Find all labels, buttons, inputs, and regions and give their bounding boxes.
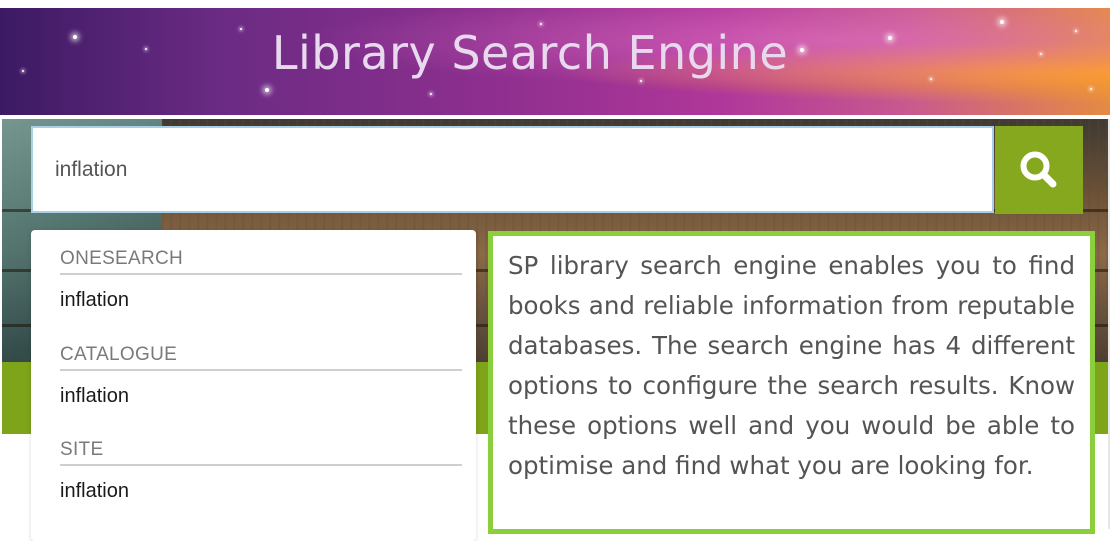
header-banner: Library Search Engine [0, 8, 1110, 115]
info-callout: SP library search engine enables you to … [488, 231, 1095, 534]
sparkle-decoration [540, 23, 542, 25]
suggestion-group-header: SITE [60, 439, 462, 466]
search-input[interactable] [31, 126, 994, 213]
search-button[interactable] [995, 126, 1083, 214]
suggestion-group-header: CATALOGUE [60, 344, 462, 371]
search-icon [1020, 151, 1057, 188]
page-title: Library Search Engine [271, 26, 789, 80]
suggestion-item[interactable]: inflation [60, 289, 462, 312]
search-suggestions-dropdown: ONESEARCH inflation CATALOGUE inflation … [31, 230, 476, 541]
suggestion-group-header: ONESEARCH [60, 248, 462, 275]
suggestion-group-onesearch: ONESEARCH inflation [60, 248, 462, 312]
sparkle-decoration [640, 80, 642, 82]
suggestion-group-catalogue: CATALOGUE inflation [60, 344, 462, 408]
page: Library Search Engine ONESEARCH inflatio… [0, 0, 1110, 541]
sparkle-decoration [1000, 20, 1004, 24]
suggestion-group-site: SITE inflation [60, 439, 462, 503]
sparkle-decoration [265, 88, 269, 92]
suggestion-item[interactable]: inflation [60, 480, 462, 503]
sparkle-decoration [430, 93, 432, 95]
sparkle-decoration [1075, 30, 1077, 32]
suggestion-item[interactable]: inflation [60, 385, 462, 408]
sparkle-decoration [1090, 88, 1092, 90]
